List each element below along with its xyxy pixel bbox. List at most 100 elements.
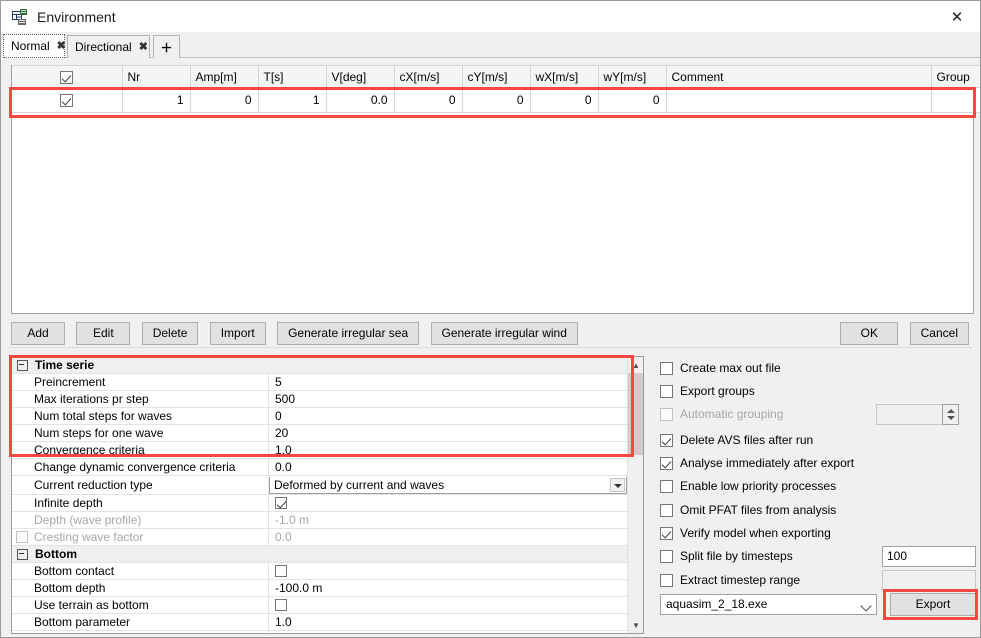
property-value[interactable]: 0 — [269, 408, 643, 425]
header-wx[interactable]: wX[m/s] — [530, 65, 599, 88]
option-export-groups[interactable]: Export groups — [660, 384, 755, 398]
header-t[interactable]: T[s] — [258, 65, 327, 88]
option-enable-low-priority-processes[interactable]: Enable low priority processes — [660, 479, 836, 493]
option-delete-avs-files-after-run[interactable]: Delete AVS files after run — [660, 433, 813, 447]
property-value[interactable] — [269, 631, 643, 634]
tab-directional[interactable]: Directional ✖ — [67, 35, 150, 58]
table-row[interactable]: 1 0 1 0.0 0 0 0 0 0 — [12, 87, 980, 113]
cell-cx[interactable]: 0 — [394, 87, 463, 113]
property-preincrement[interactable]: Preincrement 5 — [12, 373, 643, 391]
option-extract-timestep-range[interactable]: Extract timestep range — [660, 573, 800, 587]
scroll-up-icon[interactable]: ▲ — [628, 357, 643, 373]
chevron-down-icon[interactable] — [860, 600, 872, 612]
cresting-wave-factor-checkbox[interactable] — [16, 530, 28, 543]
scrollbar-thumb[interactable] — [628, 373, 643, 455]
property-bottom-parameter[interactable]: Bottom parameter 1.0 — [12, 613, 643, 631]
property-value[interactable] — [269, 563, 643, 580]
collapse-minus-icon[interactable] — [17, 548, 28, 560]
property-use-terrain-as-bottom[interactable]: Use terrain as bottom — [12, 596, 643, 614]
cell-wy[interactable]: 0 — [598, 87, 667, 113]
analyse-immediately-checkbox[interactable] — [660, 456, 673, 470]
header-select-all[interactable] — [12, 65, 123, 88]
property-num-total-steps-for-waves[interactable]: Num total steps for waves 0 — [12, 407, 643, 425]
bottom-contact-checkbox[interactable] — [275, 565, 287, 578]
cell-cy[interactable]: 0 — [462, 87, 531, 113]
generate-irregular-sea-button[interactable]: Generate irregular sea — [277, 322, 420, 345]
property-value[interactable] — [269, 597, 643, 614]
property-value[interactable]: 5 — [269, 374, 643, 391]
property-change-dynamic-convergence-criteria[interactable]: Change dynamic convergence criteria 0.0 — [12, 458, 643, 476]
collapse-minus-icon[interactable] — [17, 359, 28, 371]
property-bottom-contact[interactable]: Bottom contact — [12, 562, 643, 580]
executable-combo[interactable]: aquasim_2_18.exe — [660, 594, 877, 615]
property-value[interactable]: Deformed by current and waves — [269, 476, 643, 494]
properties-scrollbar[interactable]: ▲ ▼ — [627, 357, 643, 633]
enable-low-priority-checkbox[interactable] — [660, 479, 673, 493]
verify-model-checkbox[interactable] — [660, 526, 673, 540]
property-value[interactable]: -100.0 m — [269, 580, 643, 597]
split-timesteps-field[interactable]: 100 — [882, 546, 976, 567]
property-max-iterations-pr-step[interactable]: Max iterations pr step 500 — [12, 390, 643, 408]
property-num-steps-for-one-wave[interactable]: Num steps for one wave 20 — [12, 424, 643, 442]
header-wy[interactable]: wY[m/s] — [598, 65, 667, 88]
property-value[interactable]: 1.0 — [269, 442, 643, 459]
ok-button[interactable]: OK — [840, 322, 899, 345]
use-terrain-as-bottom-checkbox[interactable] — [275, 599, 287, 612]
option-omit-pfat-files[interactable]: Omit PFAT files from analysis — [660, 503, 836, 517]
export-groups-checkbox[interactable] — [660, 384, 673, 398]
property-value[interactable]: 500 — [269, 391, 643, 408]
delete-button[interactable]: Delete — [141, 322, 199, 345]
add-button[interactable]: Add — [11, 322, 65, 345]
cell-v[interactable]: 0.0 — [326, 87, 395, 113]
scroll-down-icon[interactable]: ▼ — [628, 617, 643, 633]
infinite-depth-checkbox[interactable] — [275, 497, 287, 510]
delete-avs-files-checkbox[interactable] — [660, 433, 673, 447]
option-verify-model-when-exporting[interactable]: Verify model when exporting — [660, 526, 831, 540]
header-group[interactable]: Group — [931, 65, 980, 88]
current-reduction-type-combo[interactable]: Deformed by current and waves — [269, 476, 627, 494]
property-bottom-depth[interactable]: Bottom depth -100.0 m — [12, 579, 643, 597]
property-group-bottom[interactable]: Bottom — [12, 546, 643, 563]
option-create-max-out-file[interactable]: Create max out file — [660, 361, 781, 375]
cell-t[interactable]: 1 — [258, 87, 327, 113]
cell-comment[interactable] — [666, 87, 932, 113]
cell-wx[interactable]: 0 — [530, 87, 599, 113]
tab-normal[interactable]: Normal ✖ — [3, 34, 66, 58]
header-comment[interactable]: Comment — [666, 65, 932, 88]
property-convergence-criteria[interactable]: Convergence criteria 1.0 — [12, 441, 643, 459]
header-v[interactable]: V[deg] — [326, 65, 395, 88]
property-value[interactable]: 1.0 — [269, 614, 643, 631]
create-max-out-file-checkbox[interactable] — [660, 361, 673, 375]
split-file-checkbox[interactable] — [660, 549, 673, 563]
omit-pfat-files-checkbox[interactable] — [660, 503, 673, 517]
property-infinite-depth[interactable]: Infinite depth — [12, 494, 643, 512]
header-cy[interactable]: cY[m/s] — [462, 65, 531, 88]
generate-irregular-wind-button[interactable]: Generate irregular wind — [430, 322, 578, 345]
header-nr[interactable]: Nr — [122, 65, 191, 88]
select-all-checkbox[interactable] — [60, 70, 74, 84]
header-amp[interactable]: Amp[m] — [190, 65, 259, 88]
cell-group[interactable]: 0 — [931, 87, 980, 113]
row-checkbox[interactable] — [60, 94, 74, 108]
property-row-partial[interactable] — [12, 630, 643, 634]
tab-directional-close-icon[interactable]: ✖ — [139, 41, 148, 53]
import-button[interactable]: Import — [209, 322, 266, 345]
property-current-reduction-type[interactable]: Current reduction type Deformed by curre… — [12, 476, 643, 495]
extract-timestep-range-checkbox[interactable] — [660, 573, 673, 587]
property-value[interactable]: 0.0 — [269, 459, 643, 476]
export-button[interactable]: Export — [890, 593, 976, 616]
tab-normal-close-icon[interactable]: ✖ — [57, 40, 66, 52]
option-split-file-by-timesteps[interactable]: Split file by timesteps — [660, 549, 793, 563]
row-select-cell[interactable] — [12, 87, 123, 113]
edit-button[interactable]: Edit — [76, 322, 131, 345]
close-icon[interactable]: ✕ — [934, 1, 980, 32]
cell-amp[interactable]: 0 — [190, 87, 259, 113]
cell-nr[interactable]: 1 — [122, 87, 191, 113]
cancel-button[interactable]: Cancel — [909, 322, 969, 345]
property-group-time-serie[interactable]: Time serie — [12, 357, 643, 374]
option-analyse-immediately-after-export[interactable]: Analyse immediately after export — [660, 456, 854, 470]
chevron-down-icon[interactable] — [610, 477, 625, 492]
property-value[interactable] — [269, 495, 643, 512]
header-cx[interactable]: cX[m/s] — [394, 65, 463, 88]
property-value[interactable]: 20 — [269, 425, 643, 442]
